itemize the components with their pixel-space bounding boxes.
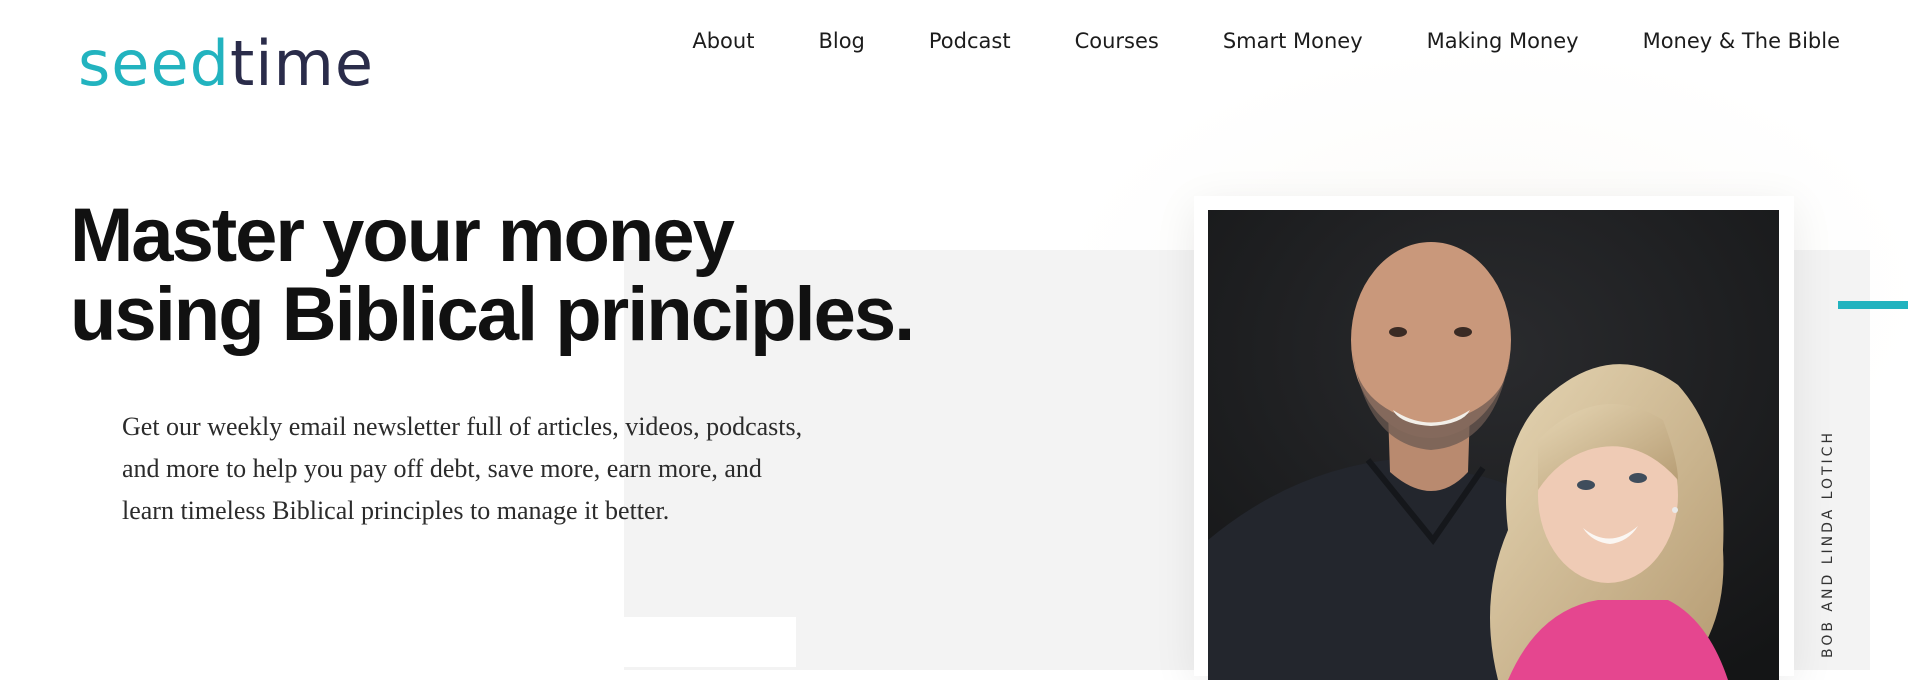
nav-making-money[interactable]: Making Money: [1427, 24, 1579, 58]
site-logo[interactable]: seedtime: [78, 22, 374, 106]
nav-about[interactable]: About: [692, 24, 754, 58]
hero-intro: Get our weekly email newsletter full of …: [122, 412, 803, 525]
nav-smart-money[interactable]: Smart Money: [1223, 24, 1363, 58]
accent-bar: [1838, 301, 1908, 309]
photo-caption: BOB AND LINDA LOTICH: [1820, 430, 1836, 658]
nav-money-and-the-bible[interactable]: Money & The Bible: [1643, 24, 1840, 58]
hero-headline-line2: using Biblical principles.: [70, 272, 915, 357]
main-nav: About Blog Podcast Courses Smart Money M…: [628, 24, 1840, 58]
hero-headline: Master your money using Biblical princip…: [70, 193, 915, 357]
hero-headline-line1: Master your money: [70, 193, 735, 278]
logo-part-time: time: [229, 27, 375, 100]
couple-photo-illustration: [1208, 210, 1779, 680]
hero-content-card: [560, 617, 796, 667]
hero-photo-frame: [1194, 196, 1794, 680]
logo-part-seed: seed: [78, 27, 230, 100]
nav-blog[interactable]: Blog: [818, 24, 864, 58]
hero-photo: [1208, 210, 1779, 680]
nav-podcast[interactable]: Podcast: [929, 24, 1011, 58]
nav-courses[interactable]: Courses: [1075, 24, 1159, 58]
